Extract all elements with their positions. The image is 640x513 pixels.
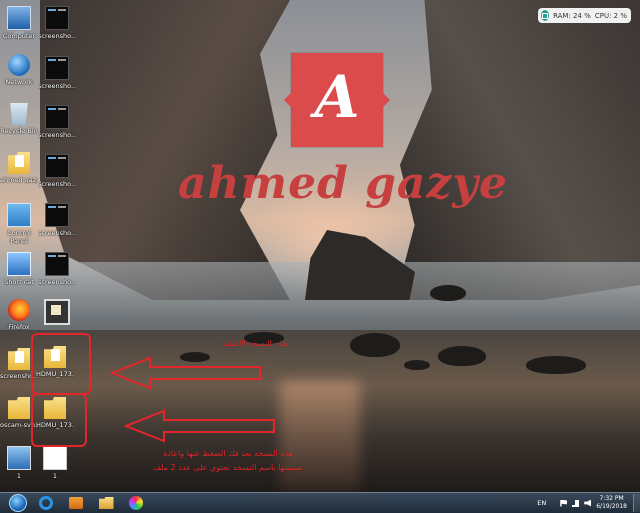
annotation-note-original: هذه النسخة الأصلية [222,339,288,348]
image-thumbnail-icon [45,252,69,276]
control-panel-icon [7,203,31,227]
recycle-bin-icon [10,103,28,125]
windows-start-icon [9,494,27,512]
media-player-icon [69,497,83,509]
image-thumbnail-icon [45,203,69,227]
taskbar: EN 7:32 PM 6/19/2018 [0,492,640,513]
image-thumbnail-icon [45,105,69,129]
wallpaper-stone [430,285,466,301]
desktop-icon-control-panel[interactable]: Control Panel [0,203,38,245]
icon-label: Recycle Bin [0,127,38,135]
wallpaper-cliff-left [40,0,290,300]
icon-label: screensho... [38,32,76,40]
network-icon [8,54,30,76]
icon-label: screensho... [38,180,76,188]
icon-label: Firefox [8,323,30,331]
logo-letter: A [314,63,360,131]
cpu-usage: CPU: 2 % [594,11,627,20]
ram-usage: RAM: 24 % [553,11,591,20]
desktop-icon-screenshot[interactable]: screensho... [38,203,76,237]
icon-label: screensho... [38,82,76,90]
desktop-icon-network[interactable]: Network [0,54,38,86]
start-button[interactable] [2,494,30,512]
desktop-icon-recycle-bin[interactable]: Recycle Bin [0,103,38,135]
language-indicator[interactable]: EN [537,499,546,507]
icon-label: screensho... [38,131,76,139]
icon-label: Short cat [4,278,34,286]
wallpaper-stone [526,356,586,374]
arrow-left-icon [110,356,261,390]
system-monitor-widget[interactable]: RAM: 24 % CPU: 2 % [538,8,631,23]
image-thumbnail-icon [45,56,69,80]
wallpaper-reflection [280,380,360,492]
desktop-icon-blank-file[interactable]: 1 [36,446,74,480]
desktop-icon-screenshot[interactable]: screensho... [38,6,76,40]
taskbar-explorer-button[interactable] [92,494,120,512]
wallpaper-cliff-right [395,0,640,300]
computer-icon [7,6,31,34]
icon-label: 1 [52,472,58,480]
clock[interactable]: 7:32 PM 6/19/2018 [596,495,627,511]
icon-label: 1 [16,472,22,480]
annotation-note-extracted-line1: هذه النسخة بعد فك الضغط عنها واعادة [163,449,293,458]
wallpaper-stone [404,360,430,370]
folder-icon [8,397,30,419]
firefox-icon [8,299,30,321]
taskbar-media-player-button[interactable] [62,494,90,512]
wallpaper-stone [438,346,486,366]
annotation-note-extracted-line2: تسميتها باسم النسخة تحتوي على عدد 2 ملف [152,463,304,472]
highlight-box-extracted [31,393,87,447]
show-desktop-button[interactable] [633,494,640,512]
action-center-flag-icon[interactable] [560,499,568,507]
internet-explorer-icon [39,496,53,510]
wallpaper-rock [305,230,415,300]
icon-label: screensho... [38,278,76,286]
icon-label: ahmed gazye [0,176,38,184]
clock-time: 7:32 PM [599,495,624,502]
blank-file-icon [43,446,67,470]
volume-icon[interactable] [584,499,592,507]
desktop-icon-firefox[interactable]: Firefox [0,299,38,331]
desktop-icon-screenshot[interactable]: screensho... [38,105,76,139]
system-tray: EN 7:32 PM 6/19/2018 [537,494,640,512]
logo-badge: A [291,53,383,147]
image-thumbnail-icon [45,6,69,30]
taskbar-app-button[interactable] [122,494,150,512]
file-explorer-icon [98,497,114,509]
desktop-icon-user-folder[interactable]: ahmed gazye [0,152,38,184]
desktop-icon-film-file[interactable] [38,299,76,327]
highlight-box-original [31,333,91,395]
network-status-icon[interactable] [572,499,580,507]
arrow-left-icon [124,409,275,443]
taskbar-ie-button[interactable] [32,494,60,512]
desktop-icon-screenshot[interactable]: screensho... [38,56,76,90]
wallpaper-stone [350,333,400,357]
monitor-icon [541,10,550,21]
icon-label: screensho... [38,229,76,237]
icon-label: Network [5,78,33,86]
folder-icon [8,348,30,370]
desktop: A ahmed gazye RAM: 24 % CPU: 2 % Compute… [0,0,640,492]
image-thumbnail-icon [45,154,69,178]
user-folder-icon [8,152,30,174]
logo-name: ahmed gazye [178,158,508,209]
pinned-app-icon [129,496,143,510]
desktop-icon-shortcut[interactable]: Short cat [0,252,38,286]
shortcut-icon [7,252,31,276]
desktop-icon-pc-small[interactable]: 1 [0,446,38,480]
desktop-icon-screenshot[interactable]: screensho... [38,154,76,188]
film-icon [44,299,70,325]
desktop-icon-computer[interactable]: Computer [0,6,38,40]
desktop-icon-screenshot[interactable]: screensho... [38,252,76,286]
clock-date: 6/19/2018 [596,503,627,510]
icon-label: Control Panel [7,229,31,245]
computer-icon [7,446,31,470]
